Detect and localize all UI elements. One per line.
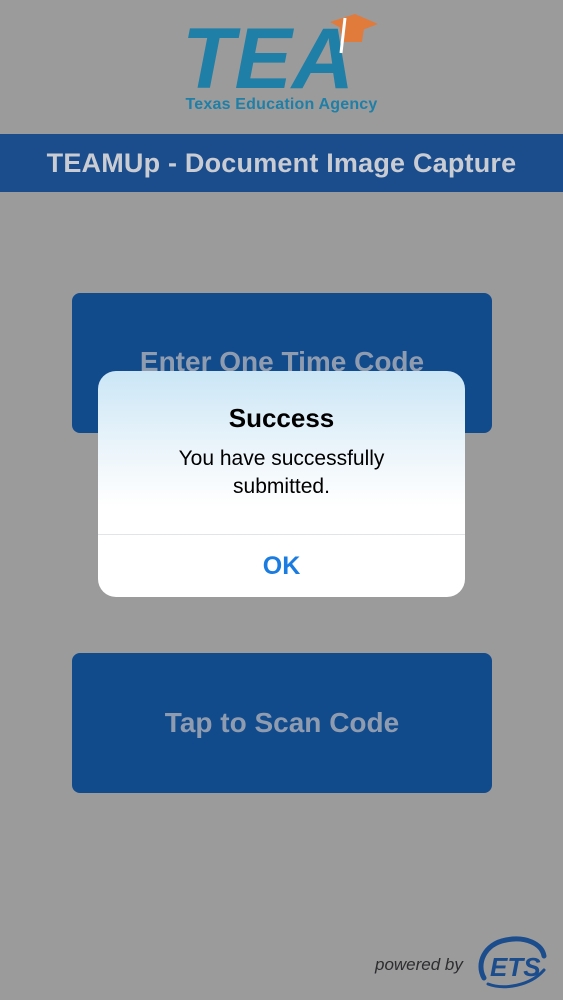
- dialog-overlay: Success You have successfully submitted.…: [0, 0, 563, 1000]
- footer: powered by ETS: [0, 930, 563, 990]
- powered-by-text: powered by: [375, 955, 463, 974]
- dialog-message: You have successfully submitted.: [178, 447, 385, 498]
- ets-logo-text: ETS: [490, 952, 541, 982]
- ok-button[interactable]: OK: [98, 535, 465, 597]
- success-dialog: Success You have successfully submitted.…: [98, 371, 465, 597]
- dialog-title: Success: [228, 403, 335, 433]
- ets-logo: ETS: [478, 936, 547, 989]
